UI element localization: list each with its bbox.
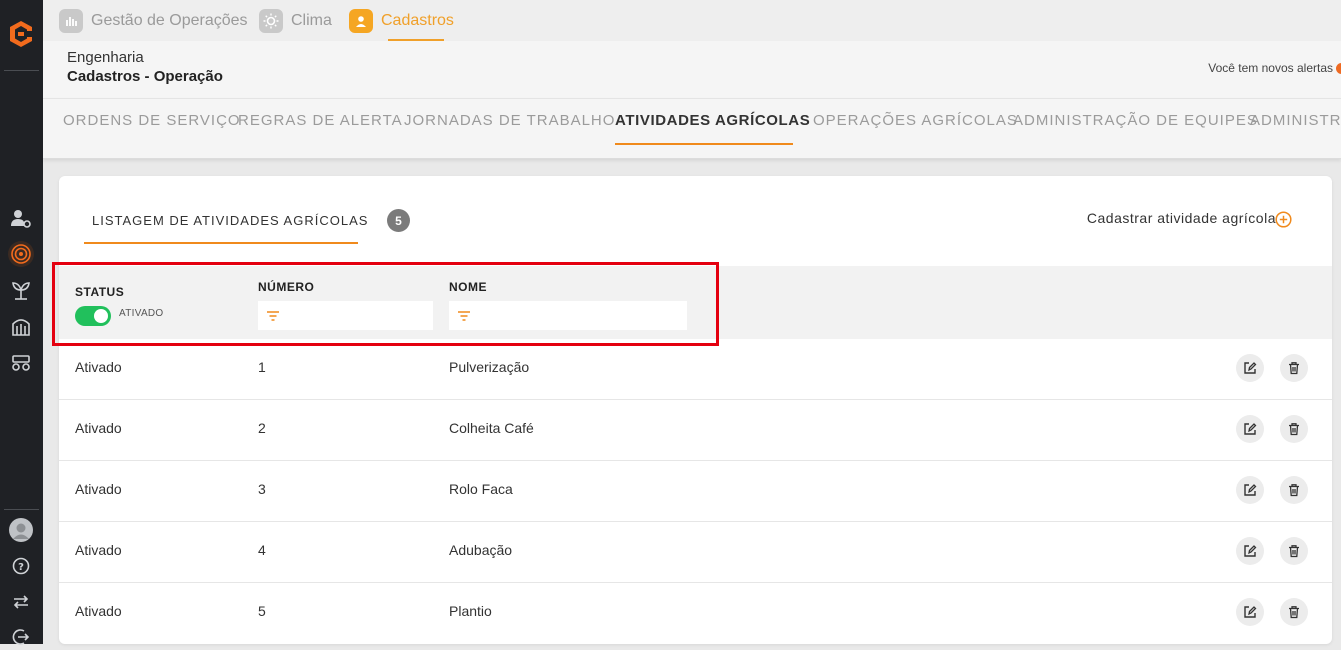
sidebar: ? (0, 0, 43, 645)
cell-status: Ativado (75, 420, 122, 436)
list-tab-indicator (84, 242, 358, 244)
plus-circle-icon[interactable] (1275, 211, 1292, 228)
table-row: Ativado 1 Pulverização (59, 339, 1332, 400)
delete-button[interactable] (1280, 415, 1308, 443)
edit-button[interactable] (1236, 598, 1264, 626)
trash-icon (1289, 545, 1299, 558)
operations-icon (59, 9, 83, 33)
sun-icon (259, 9, 283, 33)
avatar[interactable] (8, 517, 34, 543)
cell-nome: Rolo Faca (449, 481, 513, 497)
logout-icon[interactable] (8, 624, 34, 650)
subnav-administr[interactable]: ADMINISTR (1250, 112, 1341, 129)
edit-icon (1244, 545, 1257, 557)
tab-label: Clima (291, 12, 332, 29)
subnav-jornadas-trabalho[interactable]: JORNADAS DE TRABALHO (404, 112, 615, 129)
tab-gestao-operacoes[interactable]: Gestão de Operações (59, 8, 248, 34)
subnav-atividades-agricolas[interactable]: ATIVIDADES AGRÍCOLAS (615, 112, 810, 129)
cell-nome: Plantio (449, 603, 492, 619)
tab-listagem[interactable]: LISTAGEM DE ATIVIDADES AGRÍCOLAS (92, 213, 368, 228)
alert-badge[interactable] (1336, 63, 1341, 74)
trash-icon (1289, 606, 1299, 619)
edit-icon (1244, 362, 1257, 374)
delete-button[interactable] (1280, 476, 1308, 504)
edit-button[interactable] (1236, 415, 1264, 443)
tab-label: Gestão de Operações (91, 12, 248, 29)
user-settings-icon[interactable] (8, 205, 34, 231)
switch-icon[interactable] (8, 589, 34, 615)
tractor-icon[interactable] (8, 349, 34, 375)
cell-nome: Pulverização (449, 359, 530, 375)
cell-status: Ativado (75, 481, 122, 497)
table-row: Ativado 5 Plantio (59, 583, 1332, 644)
subnav-ordens-servico[interactable]: ORDENS DE SERVIÇO (63, 112, 241, 129)
plant-icon[interactable] (8, 277, 34, 303)
user-icon (349, 9, 373, 33)
subnav-operacoes-agricolas[interactable]: OPERAÇÕES AGRÍCOLAS (813, 112, 1018, 129)
delete-button[interactable] (1280, 598, 1308, 626)
table-row: Ativado 3 Rolo Faca (59, 461, 1332, 522)
cell-numero: 4 (258, 542, 266, 558)
breadcrumb-area: Engenharia (67, 49, 144, 66)
sub-nav: ORDENS DE SERVIÇO REGRAS DE ALERTA JORNA… (43, 98, 1341, 159)
cell-numero: 5 (258, 603, 266, 619)
cell-status: Ativado (75, 359, 122, 375)
cell-numero: 2 (258, 420, 266, 436)
svg-text:?: ? (18, 562, 24, 573)
delete-button[interactable] (1280, 354, 1308, 382)
edit-button[interactable] (1236, 476, 1264, 504)
trash-icon (1289, 362, 1299, 375)
target-icon[interactable] (8, 241, 34, 267)
tab-cadastros[interactable]: Cadastros (349, 8, 454, 34)
edit-button[interactable] (1236, 537, 1264, 565)
cell-nome: Adubação (449, 542, 513, 558)
app-logo[interactable] (5, 18, 37, 50)
cell-nome: Colheita Café (449, 420, 534, 436)
table-row: Ativado 2 Colheita Café (59, 400, 1332, 461)
active-subnav-indicator (615, 143, 793, 145)
help-icon[interactable]: ? (8, 553, 34, 579)
subnav-regras-alerta[interactable]: REGRAS DE ALERTA (238, 112, 403, 129)
edit-icon (1244, 484, 1257, 496)
sidebar-divider (4, 70, 39, 71)
delete-button[interactable] (1280, 537, 1308, 565)
page-title: Cadastros - Operação (67, 68, 223, 85)
add-activity-button[interactable]: Cadastrar atividade agrícola (1087, 210, 1276, 226)
alerts-link[interactable]: Você tem novos alertas (1208, 61, 1333, 75)
count-badge: 5 (387, 209, 410, 232)
edit-button[interactable] (1236, 354, 1264, 382)
sidebar-divider (4, 509, 39, 510)
silo-icon[interactable] (8, 313, 34, 339)
top-nav: Gestão de Operações Clima Cadastros (43, 0, 1341, 41)
cell-numero: 3 (258, 481, 266, 497)
cell-status: Ativado (75, 542, 122, 558)
trash-icon (1289, 484, 1299, 497)
edit-icon (1244, 423, 1257, 435)
edit-icon (1244, 606, 1257, 618)
tab-label: Cadastros (381, 12, 454, 29)
subnav-administracao-equipes[interactable]: ADMINISTRAÇÃO DE EQUIPES (1013, 112, 1258, 129)
table-row: Ativado 4 Adubação (59, 522, 1332, 583)
cell-numero: 1 (258, 359, 266, 375)
tab-clima[interactable]: Clima (259, 8, 332, 34)
filter-highlight-box (52, 262, 719, 346)
trash-icon (1289, 423, 1299, 436)
activities-card: LISTAGEM DE ATIVIDADES AGRÍCOLAS 5 Cadas… (59, 176, 1332, 644)
cell-status: Ativado (75, 603, 122, 619)
page-header: Engenharia Cadastros - Operação Você tem… (43, 41, 1341, 98)
